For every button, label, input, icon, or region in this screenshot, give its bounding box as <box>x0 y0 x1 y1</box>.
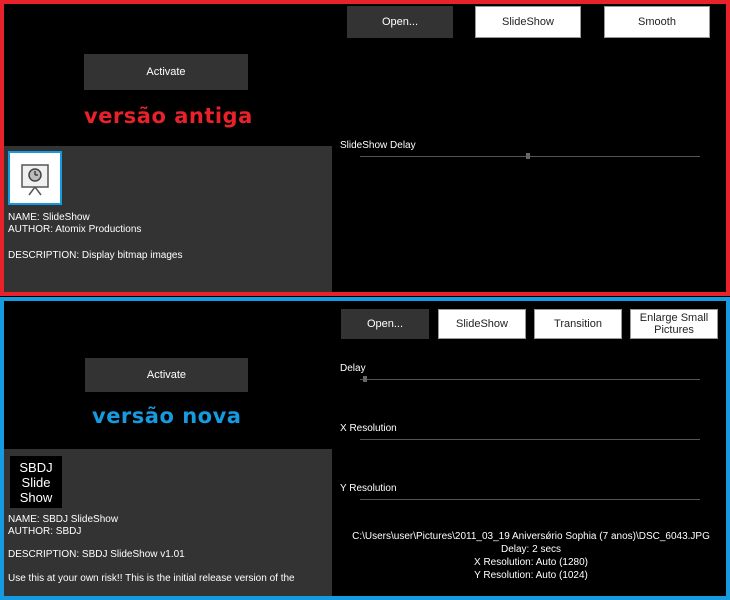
old-smooth-button[interactable]: Smooth <box>604 6 710 38</box>
old-plugin-info-panel: NAME: SlideShow AUTHOR: Atomix Productio… <box>4 146 332 292</box>
new-plugin-author: AUTHOR: SBDJ <box>8 526 82 537</box>
old-delay-slider-track[interactable] <box>360 156 700 157</box>
new-transition-button[interactable]: Transition <box>534 309 622 339</box>
delay-slider-label: Delay <box>340 363 366 374</box>
old-delay-label: SlideShow Delay <box>340 140 416 151</box>
y-resolution-slider-label: Y Resolution <box>340 483 397 494</box>
new-activate-button[interactable]: Activate <box>85 358 248 392</box>
old-slideshow-button[interactable]: SlideShow <box>475 6 581 38</box>
status-y-resolution: Y Resolution: Auto (1024) <box>474 570 588 581</box>
current-file-path: C:\Users\user\Pictures\2011_03_19 Aniver… <box>352 531 710 542</box>
new-open-button[interactable]: Open... <box>341 309 429 339</box>
old-activate-button[interactable]: Activate <box>84 54 248 90</box>
status-x-resolution: X Resolution: Auto (1280) <box>474 557 588 568</box>
enlarge-label-line2: Pictures <box>654 324 694 336</box>
old-plugin-name: NAME: SlideShow <box>8 212 90 223</box>
new-plugin-name: NAME: SBDJ SlideShow <box>8 514 119 525</box>
y-resolution-slider-track[interactable] <box>360 499 700 500</box>
enlarge-label-line1: Enlarge Small <box>639 312 709 324</box>
delay-slider-track[interactable] <box>360 379 700 380</box>
old-plugin-thumbnail[interactable] <box>8 151 62 205</box>
new-version-panel: Open... SlideShow Transition Enlarge Sma… <box>0 297 730 600</box>
x-resolution-slider-label: X Resolution <box>340 423 397 434</box>
logo-line-2: Slide <box>21 474 51 490</box>
logo-line-1: SBDJ <box>19 459 53 475</box>
sbdj-slideshow-logo[interactable]: SBDJ Slide Show <box>10 456 62 508</box>
logo-line-3: Show <box>19 489 53 505</box>
new-plugin-description: DESCRIPTION: SBDJ SlideShow v1.01 <box>8 549 185 560</box>
new-plugin-info-panel: SBDJ Slide Show NAME: SBDJ SlideShow AUT… <box>4 449 332 596</box>
status-delay: Delay: 2 secs <box>500 544 562 555</box>
old-version-caption: versão antiga <box>84 104 253 128</box>
x-resolution-slider-track[interactable] <box>360 439 700 440</box>
new-plugin-notice: Use this at your own risk!! This is the … <box>8 573 295 584</box>
old-version-panel: Open... SlideShow Smooth Activate versão… <box>0 0 730 296</box>
slideshow-projector-icon <box>21 164 49 196</box>
new-enlarge-small-pictures-button[interactable]: Enlarge Small Pictures <box>630 309 718 339</box>
new-version-caption: versão nova <box>92 404 242 428</box>
new-slideshow-button[interactable]: SlideShow <box>438 309 526 339</box>
old-plugin-author: AUTHOR: Atomix Productions <box>8 224 142 235</box>
old-delay-slider-thumb[interactable] <box>526 153 530 159</box>
old-plugin-description: DESCRIPTION: Display bitmap images <box>8 250 183 261</box>
old-open-button[interactable]: Open... <box>347 6 453 38</box>
delay-slider-thumb[interactable] <box>363 376 367 382</box>
new-plugin-notice-continued <box>8 586 11 596</box>
